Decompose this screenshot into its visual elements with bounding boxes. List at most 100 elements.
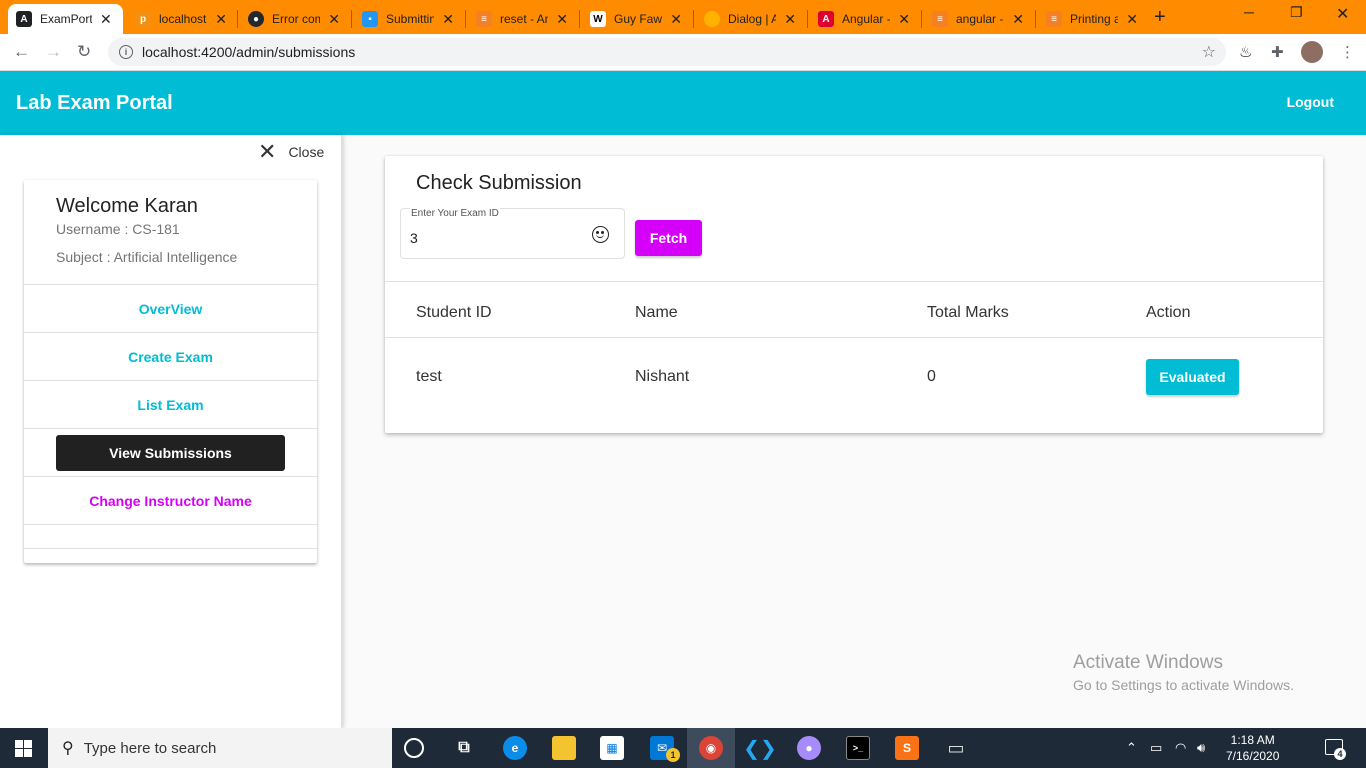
extension-icon[interactable]: ♨ — [1239, 43, 1257, 61]
mail-badge: 1 — [666, 748, 680, 762]
exam-id-label: Enter Your Exam ID — [410, 208, 500, 219]
browser-tab-angular[interactable]: A Angular - ✕ — [810, 4, 918, 34]
task-view-icon[interactable]: ⧉ — [452, 736, 476, 760]
file-explorer-icon[interactable] — [552, 736, 576, 760]
sidebar-item-overview[interactable]: OverView — [24, 284, 317, 332]
new-tab-icon[interactable]: + — [1154, 6, 1166, 29]
browser-tab-examportal[interactable]: A ExamPortal ✕ — [8, 4, 123, 34]
cortana-icon[interactable] — [404, 738, 424, 758]
restore-icon[interactable]: ❐ — [1290, 4, 1303, 21]
sublime-icon[interactable]: S — [895, 736, 919, 760]
column-header-name: Name — [635, 304, 678, 321]
sidebar-close-button[interactable]: ✕ Close — [258, 141, 324, 163]
tab-close-icon[interactable]: ✕ — [1126, 11, 1138, 28]
tab-close-icon[interactable]: ✕ — [556, 11, 568, 28]
smiley-icon — [592, 226, 609, 243]
github-desktop-icon[interactable]: ● — [797, 736, 821, 760]
puzzle-icon[interactable]: ✚ — [1271, 43, 1289, 61]
sidebar-item-change-instructor-name[interactable]: Change Instructor Name — [24, 476, 317, 524]
angular-icon: A — [16, 11, 32, 27]
table-row: test Nishant 0 Evaluated — [385, 338, 1323, 415]
tab-close-icon[interactable]: ✕ — [898, 11, 910, 28]
cell-name: Nishant — [635, 368, 690, 385]
profile-card: Welcome Karan Username : CS-181 Subject … — [24, 180, 317, 563]
browser-tab-submitting[interactable]: ▪ Submitting ✕ — [354, 4, 462, 34]
logout-button[interactable]: Logout — [1287, 94, 1334, 110]
app-title: Lab Exam Portal — [16, 92, 173, 114]
store-icon[interactable]: ▦ — [600, 736, 624, 760]
sidebar-divider — [24, 548, 317, 556]
sidebar-nav: OverView Create Exam List Exam View Subm… — [24, 284, 317, 556]
tab-close-icon[interactable]: ✕ — [442, 11, 454, 28]
cell-student-id: test — [416, 368, 442, 385]
bookmark-star-icon[interactable]: ☆ — [1202, 42, 1216, 62]
browser-tab-printing[interactable]: ≡ Printing a ✕ — [1038, 4, 1146, 34]
terminal-icon[interactable]: >_ — [846, 736, 870, 760]
exam-id-field[interactable]: Enter Your Exam ID — [400, 208, 625, 259]
activate-windows-watermark: Activate Windows Go to Settings to activ… — [1073, 652, 1294, 693]
browser-tab-localhost[interactable]: p localhost ✕ — [127, 4, 235, 34]
browser-tab-guy-fawkes[interactable]: W Guy Fawk ✕ — [582, 4, 690, 34]
notification-badge: 4 — [1334, 748, 1346, 760]
check-submission-card: Check Submission Enter Your Exam ID Fetc… — [385, 156, 1323, 433]
tab-separator — [465, 10, 466, 28]
volume-icon[interactable]: 🔊︎ — [1197, 740, 1205, 756]
browser-toolbar: ← → ↻ i localhost:4200/admin/submissions… — [0, 34, 1366, 71]
sidebar-divider — [24, 524, 317, 548]
info-icon[interactable]: i — [119, 45, 133, 59]
back-icon[interactable]: ← — [13, 42, 30, 62]
tab-separator — [1035, 10, 1036, 28]
tab-close-icon[interactable]: ✕ — [784, 11, 796, 28]
browser-tab-error[interactable]: ● Error com ✕ — [240, 4, 348, 34]
fetch-button[interactable]: Fetch — [635, 220, 702, 256]
address-bar[interactable]: i localhost:4200/admin/submissions ☆ — [108, 38, 1226, 66]
battery-icon[interactable]: ▭ — [1150, 740, 1162, 756]
sidebar-item-create-exam[interactable]: Create Exam — [24, 332, 317, 380]
chat-icon: ▪ — [362, 11, 378, 27]
tab-close-icon[interactable]: ✕ — [328, 11, 340, 28]
taskbar-clock[interactable]: 1:18 AM 7/16/2020 — [1226, 732, 1279, 764]
tab-separator — [921, 10, 922, 28]
stackoverflow-icon: ≡ — [1046, 11, 1062, 27]
tab-separator — [807, 10, 808, 28]
subject-text: Subject : Artificial Intelligence — [56, 249, 238, 265]
minimize-icon[interactable]: ─ — [1244, 4, 1254, 20]
username-text: Username : CS-181 — [56, 221, 180, 237]
github-icon: ● — [248, 11, 264, 27]
menu-dots-icon[interactable]: ⋮ — [1340, 43, 1358, 61]
tab-close-icon[interactable]: ✕ — [1012, 11, 1024, 28]
book-icon[interactable]: ▭ — [944, 736, 968, 760]
taskbar-search[interactable]: ⚲ Type here to search — [48, 728, 392, 768]
forward-icon[interactable]: → — [45, 42, 62, 62]
tab-close-icon[interactable]: ✕ — [100, 11, 112, 28]
reload-icon[interactable]: ↻ — [77, 42, 91, 62]
chevron-up-icon[interactable]: ⌃ — [1126, 740, 1137, 756]
tab-separator — [237, 10, 238, 28]
sidebar-item-view-submissions-row: View Submissions — [24, 428, 317, 476]
wikipedia-icon: W — [590, 11, 606, 27]
window-close-icon[interactable]: ✕ — [1336, 4, 1349, 24]
exam-id-input[interactable] — [410, 230, 580, 246]
tab-separator — [579, 10, 580, 28]
browser-tab-dialog[interactable]: Dialog | A ✕ — [696, 4, 804, 34]
sidebar: ✕ Close Welcome Karan Username : CS-181 … — [0, 135, 342, 728]
browser-tab-strip: A ExamPortal ✕ p localhost ✕ ● Error com… — [0, 0, 1366, 34]
browser-tab-angular-so[interactable]: ≡ angular - ✕ — [924, 4, 1032, 34]
avatar[interactable] — [1301, 41, 1323, 63]
tab-separator — [351, 10, 352, 28]
app-header: Lab Exam Portal Logout — [0, 71, 1366, 135]
wifi-icon[interactable]: ◠ — [1175, 740, 1186, 756]
edge-icon[interactable]: e — [503, 736, 527, 760]
tab-close-icon[interactable]: ✕ — [670, 11, 682, 28]
evaluated-button[interactable]: Evaluated — [1146, 359, 1239, 395]
sidebar-item-view-submissions[interactable]: View Submissions — [56, 434, 285, 471]
vscode-icon[interactable]: ❮❯ — [743, 736, 777, 760]
angular-icon: A — [818, 11, 834, 27]
windows-start-icon[interactable] — [15, 740, 32, 757]
chrome-icon[interactable]: ◉ — [699, 736, 723, 760]
table-header: Student ID Name Total Marks Action — [385, 281, 1323, 338]
browser-tab-reset[interactable]: ≡ reset - An ✕ — [468, 4, 576, 34]
tab-close-icon[interactable]: ✕ — [215, 11, 227, 28]
stackoverflow-icon: ≡ — [476, 11, 492, 27]
sidebar-item-list-exam[interactable]: List Exam — [24, 380, 317, 428]
